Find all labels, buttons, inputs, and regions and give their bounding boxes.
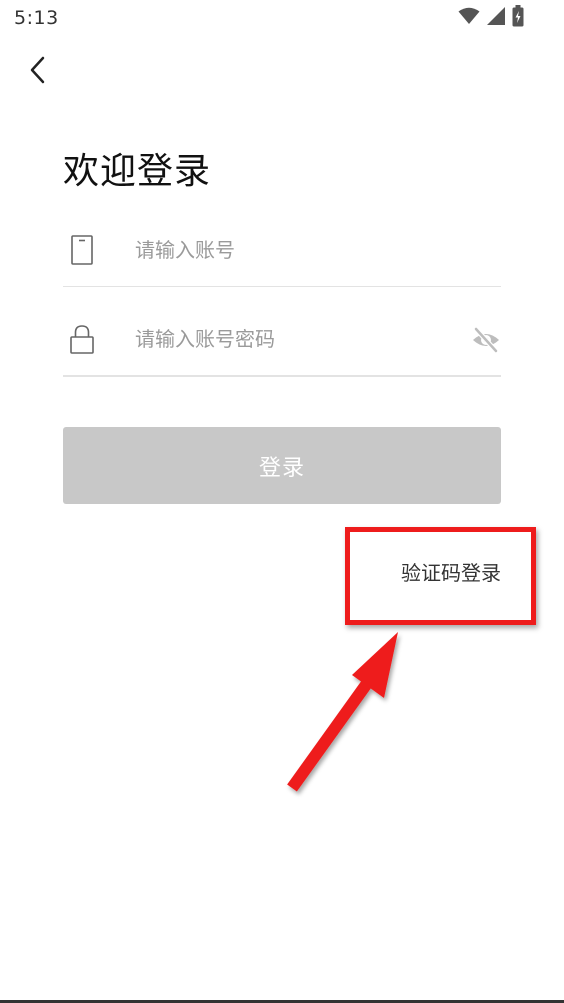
password-input[interactable] [135, 323, 445, 355]
status-bar: 5:13 [0, 0, 564, 40]
phone-icon [69, 234, 95, 266]
eye-off-icon[interactable] [471, 325, 501, 355]
account-field-row [63, 198, 501, 287]
password-field-row [63, 287, 501, 377]
login-button[interactable]: 登录 [63, 427, 501, 504]
cellular-signal-icon [486, 6, 506, 30]
account-input[interactable] [135, 234, 445, 266]
status-time: 5:13 [14, 7, 59, 29]
lock-icon [69, 323, 95, 355]
back-button[interactable] [18, 52, 58, 92]
battery-charging-icon [512, 5, 524, 31]
chevron-left-icon [28, 55, 48, 89]
page-title: 欢迎登录 [63, 151, 212, 192]
annotation-arrow-icon [270, 620, 420, 800]
wifi-icon [458, 7, 480, 29]
status-icons [458, 5, 524, 31]
sms-login-link[interactable]: 验证码登录 [401, 557, 501, 586]
